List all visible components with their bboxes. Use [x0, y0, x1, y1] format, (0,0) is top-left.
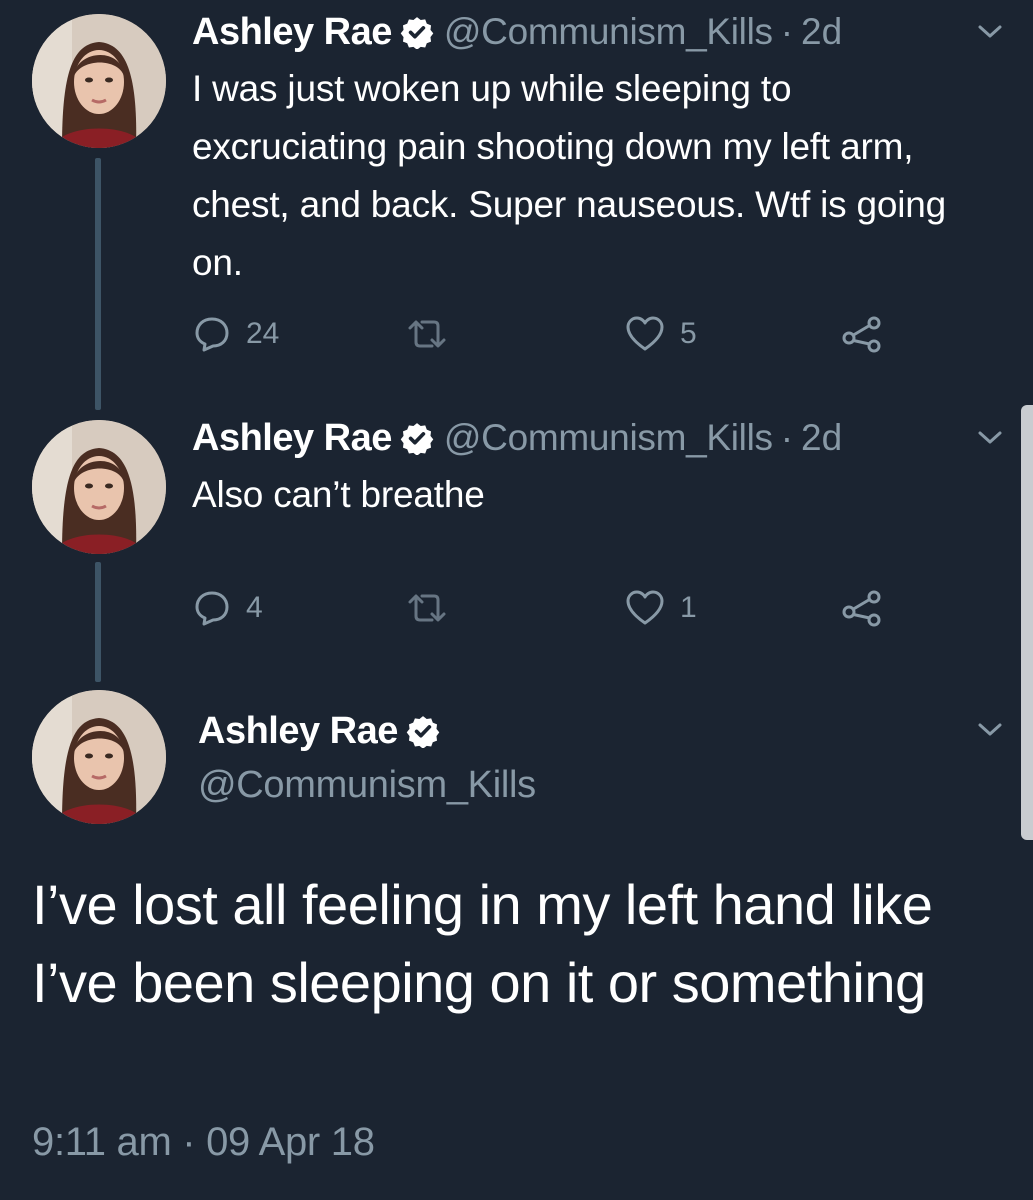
- retweet-button[interactable]: [404, 312, 464, 356]
- share-button[interactable]: [840, 312, 884, 356]
- relative-time[interactable]: 2d: [801, 417, 842, 459]
- verified-badge-icon: [400, 15, 434, 50]
- heart-icon: [624, 314, 666, 354]
- display-name[interactable]: Ashley Rae: [192, 11, 392, 54]
- reply-icon: [192, 314, 232, 354]
- tweet-actions: 4 1: [192, 586, 912, 630]
- tweet-header: Ashley Rae @Communism_Kills · 2d: [192, 10, 842, 54]
- share-button[interactable]: [840, 586, 884, 630]
- reply-button[interactable]: 24: [192, 312, 279, 356]
- retweet-icon: [404, 314, 450, 354]
- thread-line: [95, 562, 101, 682]
- separator: ·: [780, 417, 794, 458]
- handle[interactable]: @Communism_Kills: [198, 764, 536, 807]
- chevron-down-icon[interactable]: [975, 428, 1005, 448]
- avatar[interactable]: [32, 14, 166, 148]
- display-name[interactable]: Ashley Rae: [198, 710, 398, 753]
- verified-badge-icon: [406, 714, 440, 749]
- tweet-text: Also can’t breathe: [192, 474, 485, 515]
- tweet-text: I’ve lost all feeling in my left hand li…: [32, 873, 933, 1014]
- like-button[interactable]: 5: [624, 312, 697, 356]
- scrollbar[interactable]: [1021, 405, 1033, 840]
- relative-time[interactable]: 2d: [801, 11, 842, 53]
- tweet-actions: 24 5: [192, 312, 912, 356]
- retweet-button[interactable]: [404, 586, 464, 630]
- main-tweet-name-row: Ashley Rae: [198, 706, 440, 756]
- handle[interactable]: @Communism_Kills: [444, 11, 773, 53]
- heart-icon: [624, 588, 666, 628]
- separator: ·: [780, 11, 794, 52]
- avatar[interactable]: [32, 690, 166, 824]
- like-count: 5: [680, 317, 697, 350]
- like-count: 1: [680, 591, 697, 624]
- tweet-header: Ashley Rae @Communism_Kills · 2d: [192, 416, 842, 460]
- reply-count: 4: [246, 591, 263, 624]
- handle[interactable]: @Communism_Kills: [444, 417, 773, 459]
- tweet-text: I was just woken up while sleeping to ex…: [192, 68, 947, 283]
- verified-badge-icon: [400, 421, 434, 456]
- share-icon: [840, 314, 884, 354]
- retweet-icon: [404, 588, 450, 628]
- thread-line: [95, 158, 101, 410]
- avatar[interactable]: [32, 420, 166, 554]
- reply-button[interactable]: 4: [192, 586, 263, 630]
- reply-count: 24: [246, 317, 280, 350]
- timestamp[interactable]: 9:11 am · 09 Apr 18: [32, 1120, 375, 1165]
- chevron-down-icon[interactable]: [975, 22, 1005, 42]
- chevron-down-icon[interactable]: [975, 720, 1005, 740]
- display-name[interactable]: Ashley Rae: [192, 417, 392, 460]
- like-button[interactable]: 1: [624, 586, 697, 630]
- reply-icon: [192, 588, 232, 628]
- share-icon: [840, 588, 884, 628]
